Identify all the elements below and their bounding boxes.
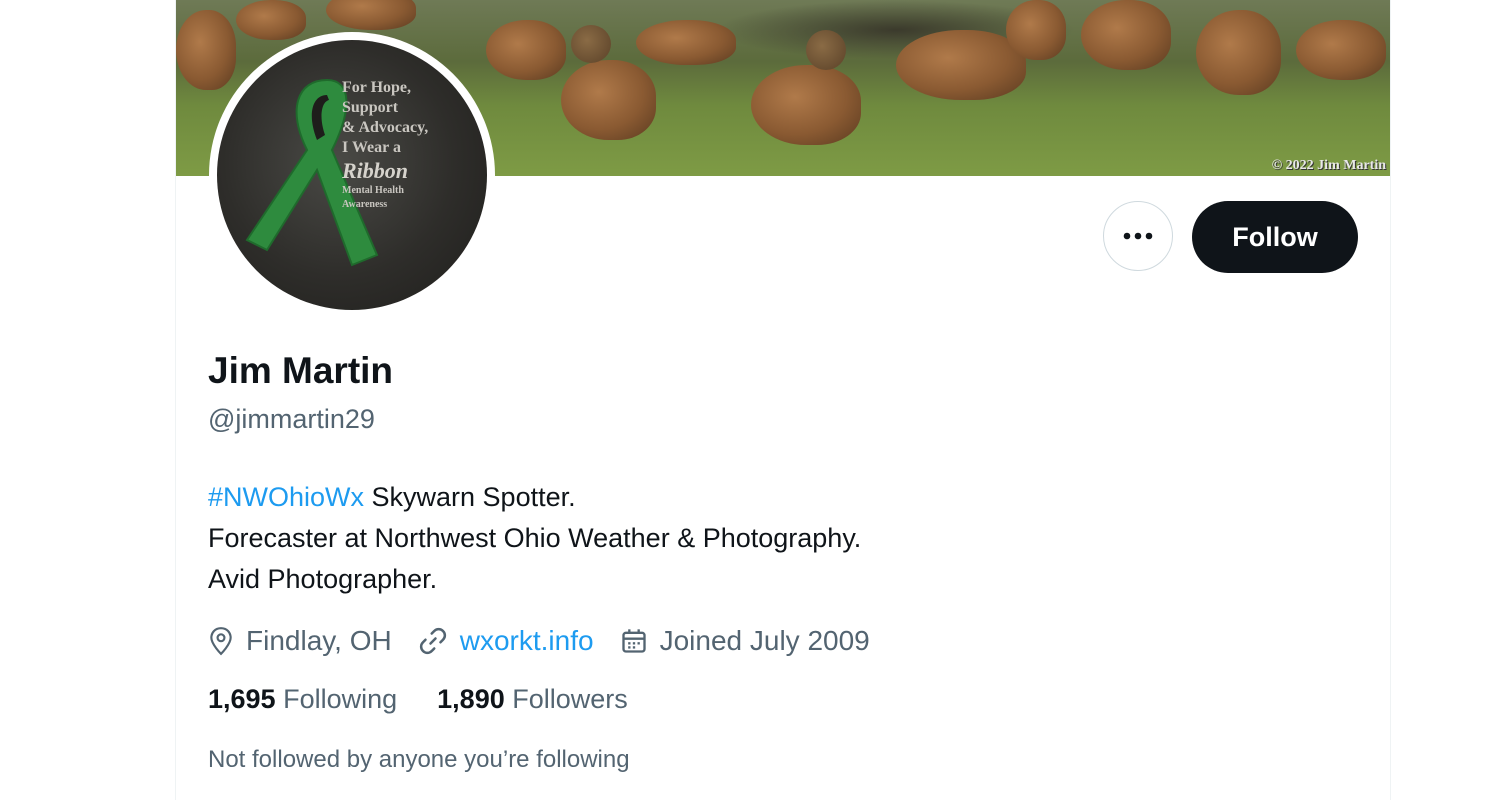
followers-link[interactable]: 1,890 Followers (437, 684, 628, 715)
duck (326, 0, 416, 30)
duck (486, 20, 566, 80)
profile-joined: Joined July 2009 (620, 625, 870, 657)
avatar-line: For Hope, (342, 79, 412, 96)
profile-meta: Findlay, OH wxorkt.info Joined July 2009 (208, 620, 896, 662)
location-text: Findlay, OH (246, 625, 392, 656)
profile-bio: #NWOhioWx Skywarn Spotter. Forecaster at… (208, 477, 861, 600)
following-label: Following (283, 684, 398, 714)
avatar-script: Ribbon (342, 158, 409, 183)
not-followed-notice: Not followed by anyone you’re following (208, 746, 630, 773)
following-link[interactable]: 1,695 Following (208, 684, 397, 715)
duck (236, 0, 306, 40)
profile-location: Findlay, OH (208, 625, 392, 657)
avatar-small-2: Awareness (342, 199, 388, 210)
joined-text: Joined July 2009 (659, 625, 870, 656)
avatar-slogan: For Hope, Support & Advocacy, I Wear a R… (342, 78, 472, 212)
more-horizontal-icon (1123, 232, 1153, 240)
profile-name: Jim Martin (208, 350, 394, 391)
duck (1196, 10, 1281, 95)
avatar-line: I Wear a (342, 139, 401, 156)
follow-button[interactable]: Follow (1192, 201, 1358, 273)
more-options-button[interactable] (1103, 201, 1173, 271)
banner-watermark: © 2022 Jim Martin (1271, 158, 1386, 173)
duck (1081, 0, 1171, 70)
avatar-small-1: Mental Health (342, 185, 404, 196)
bio-line-3: Avid Photographer. (208, 564, 438, 594)
duck (896, 30, 1026, 100)
duck (1006, 0, 1066, 60)
avatar-line: Support (342, 99, 399, 116)
duck (561, 60, 656, 140)
followers-count: 1,890 (437, 684, 505, 714)
bio-line-1: #NWOhioWx Skywarn Spotter. (208, 477, 861, 518)
duck (636, 20, 736, 65)
bio-line-1-text: Skywarn Spotter. (364, 482, 576, 512)
avatar[interactable]: For Hope, Support & Advocacy, I Wear a R… (217, 40, 487, 310)
duck-head (806, 30, 846, 70)
followers-label: Followers (512, 684, 628, 714)
bio-line-2: Forecaster at Northwest Ohio Weather & P… (208, 523, 862, 553)
duck (751, 65, 861, 145)
profile-stats: 1,695 Following 1,890 Followers (208, 684, 668, 715)
following-count: 1,695 (208, 684, 276, 714)
profile-handle: @jimmartin29 (208, 404, 375, 434)
link-icon (419, 627, 446, 655)
bio-hashtag-link[interactable]: #NWOhioWx (208, 482, 364, 512)
calendar-icon (621, 629, 646, 653)
duck-head (571, 25, 611, 63)
location-pin-icon (210, 627, 232, 656)
profile-website[interactable]: wxorkt.info (418, 625, 594, 657)
website-link[interactable]: wxorkt.info (460, 625, 594, 657)
duck (1296, 20, 1386, 80)
avatar-line: & Advocacy, (342, 119, 429, 136)
